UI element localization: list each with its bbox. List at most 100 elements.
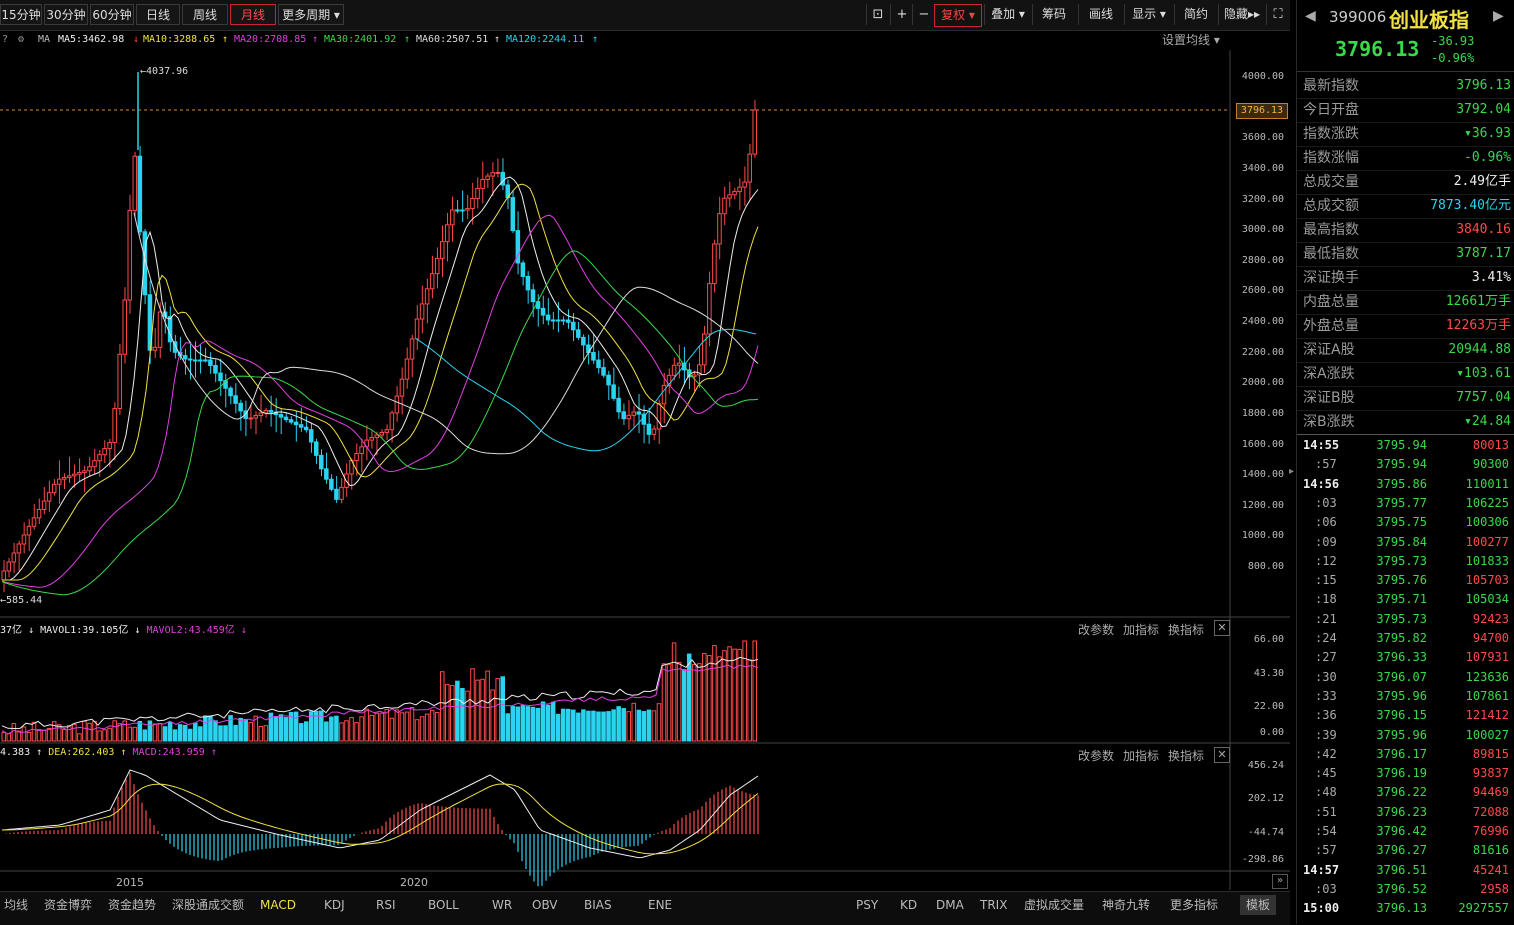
volume-bar [429, 709, 435, 742]
volume-bar [11, 723, 17, 742]
vol-edit-params-link[interactable]: 改参数 [1078, 621, 1114, 638]
tick-time: :15 [1315, 573, 1337, 588]
collapse-handle-icon[interactable]: ▸ [1289, 460, 1295, 484]
indicator-tab[interactable]: DMA [936, 895, 964, 915]
volume-bar [596, 711, 601, 742]
settings-gear-icon[interactable]: ⚙ [18, 31, 24, 49]
volume-bar [616, 706, 621, 742]
indicator-tab[interactable]: 更多指标 [1170, 895, 1218, 915]
volume-bar [198, 726, 203, 742]
candle-body [616, 397, 621, 413]
volume-bar [319, 710, 324, 742]
vol-close-icon[interactable]: ✕ [1214, 620, 1230, 636]
dif-line [1, 769, 759, 859]
ma-settings-dropdown[interactable]: 设置均线 ▾ [1162, 31, 1220, 49]
candle-body [707, 283, 712, 335]
candle-body [691, 374, 697, 378]
price-tick-label: 3200.00 [1241, 193, 1284, 205]
volume-bar [626, 711, 632, 742]
chevron-down-icon: ▾ [1018, 7, 1025, 21]
indicator-tab[interactable]: KD [900, 895, 917, 915]
macd-close-icon[interactable]: ✕ [1214, 747, 1230, 763]
indicator-tab[interactable]: OBV [532, 895, 558, 915]
indicator-tab[interactable]: WR [492, 895, 512, 915]
indicator-tab[interactable]: 模板 [1240, 895, 1277, 915]
candle-body [621, 411, 626, 420]
index-name: 创业板指 [1389, 8, 1469, 32]
macd-add-indicator-link[interactable]: 加指标 [1123, 747, 1159, 764]
volume-bar [717, 656, 722, 742]
chips-button[interactable]: 筹码 [1032, 4, 1075, 25]
vol-switch-indicator-link[interactable]: 换指标 [1168, 621, 1204, 638]
indicator-tab[interactable]: BIAS [584, 895, 612, 915]
indicator-tab[interactable]: 虚拟成交量 [1024, 895, 1084, 915]
volume-bar [601, 711, 606, 742]
indicator-tab[interactable]: 神奇九转 [1102, 895, 1150, 915]
hide-button[interactable]: 隐藏▸▸ [1218, 4, 1265, 25]
quote-stat-label: 指数涨跌 [1303, 126, 1359, 142]
divider [1297, 434, 1514, 435]
prev-stock-icon[interactable]: ◀ [1305, 8, 1316, 24]
candle-body [611, 384, 616, 399]
candle-body [576, 329, 581, 338]
volume-bar [349, 716, 354, 742]
quote-stat-row: 指数涨跌 ▾36.93 [1297, 122, 1514, 147]
volume-bar [606, 711, 611, 742]
candle-body [187, 358, 193, 361]
volume-bar [82, 720, 87, 742]
quote-stat-label: 深证A股 [1303, 342, 1355, 358]
scroll-right-icon[interactable]: » [1272, 874, 1288, 889]
period-more-dropdown[interactable]: 更多周期 ▾ [278, 4, 344, 25]
fullscreen-icon[interactable]: ⛶ [1266, 4, 1289, 25]
candle-body [31, 517, 37, 527]
indicator-tab[interactable]: KDJ [324, 895, 345, 915]
period-weekly[interactable]: 周线 [182, 4, 228, 25]
volume-bar [540, 701, 546, 742]
period-15min[interactable]: 15分钟 [0, 4, 42, 25]
period-monthly[interactable]: 月线 [230, 4, 276, 25]
candle-body [712, 243, 717, 285]
candle-body [626, 414, 632, 420]
ma60-value: MA60:2507.51 [416, 34, 489, 45]
volume-bar [636, 709, 642, 742]
zoom-out-icon[interactable]: − [912, 4, 935, 25]
quote-stat-row: 最高指数 3840.16 [1297, 218, 1514, 243]
indicator-tab[interactable]: PSY [856, 895, 878, 915]
zoom-in-icon[interactable]: + [890, 4, 913, 25]
display-dropdown[interactable]: 显示 ▾ [1124, 4, 1173, 25]
ma10-value: MA10:3288.65 [143, 34, 216, 45]
period-30min[interactable]: 30分钟 [44, 4, 88, 25]
help-icon[interactable]: ? [2, 31, 8, 49]
volume-bar [712, 645, 717, 742]
candle-body [495, 171, 500, 174]
indicator-tab-bar: 均线 资金博弈 资金趋势 深股通成交额 MACD KDJ RSI BOLL WR OBV BIAS E… [0, 891, 1290, 925]
volume-bar [460, 688, 465, 742]
simple-mode-button[interactable]: 简约 [1174, 4, 1217, 25]
quote-stat-label: 深证换手 [1303, 270, 1359, 286]
adjust-rights-dropdown[interactable]: 复权 ▾ [934, 4, 982, 27]
vol-add-indicator-link[interactable]: 加指标 [1123, 621, 1159, 638]
period-daily[interactable]: 日线 [136, 4, 180, 25]
candle-body [439, 241, 445, 259]
indicator-tab[interactable]: BOLL [428, 895, 459, 915]
quote-stat-label: 深A涨跌 [1303, 366, 1355, 382]
indicator-tab[interactable]: 深股通成交额 [172, 895, 244, 915]
draw-line-button[interactable]: 画线 [1078, 4, 1123, 25]
kline-chart[interactable] [0, 50, 1290, 890]
overlay-dropdown[interactable]: 叠加 ▾ [984, 4, 1031, 25]
macd-switch-indicator-link[interactable]: 换指标 [1168, 747, 1204, 764]
next-stock-icon[interactable]: ▶ [1493, 8, 1504, 24]
indicator-tab[interactable]: TRIX [980, 895, 1007, 915]
tick-time: :48 [1315, 785, 1337, 800]
period-60min[interactable]: 60分钟 [90, 4, 134, 25]
indicator-tab[interactable]: RSI [376, 895, 396, 915]
indicator-tab[interactable]: 资金博弈 [44, 895, 92, 915]
candle-body [132, 155, 138, 211]
indicator-tab[interactable]: 资金趋势 [108, 895, 156, 915]
volume-bar [61, 729, 67, 742]
lock-icon[interactable]: ⊡ [866, 4, 889, 25]
macd-edit-params-link[interactable]: 改参数 [1078, 747, 1114, 764]
indicator-tab[interactable]: MACD [260, 895, 296, 915]
indicator-tab[interactable]: ENE [648, 895, 672, 915]
indicator-tab[interactable]: 均线 [4, 895, 28, 915]
